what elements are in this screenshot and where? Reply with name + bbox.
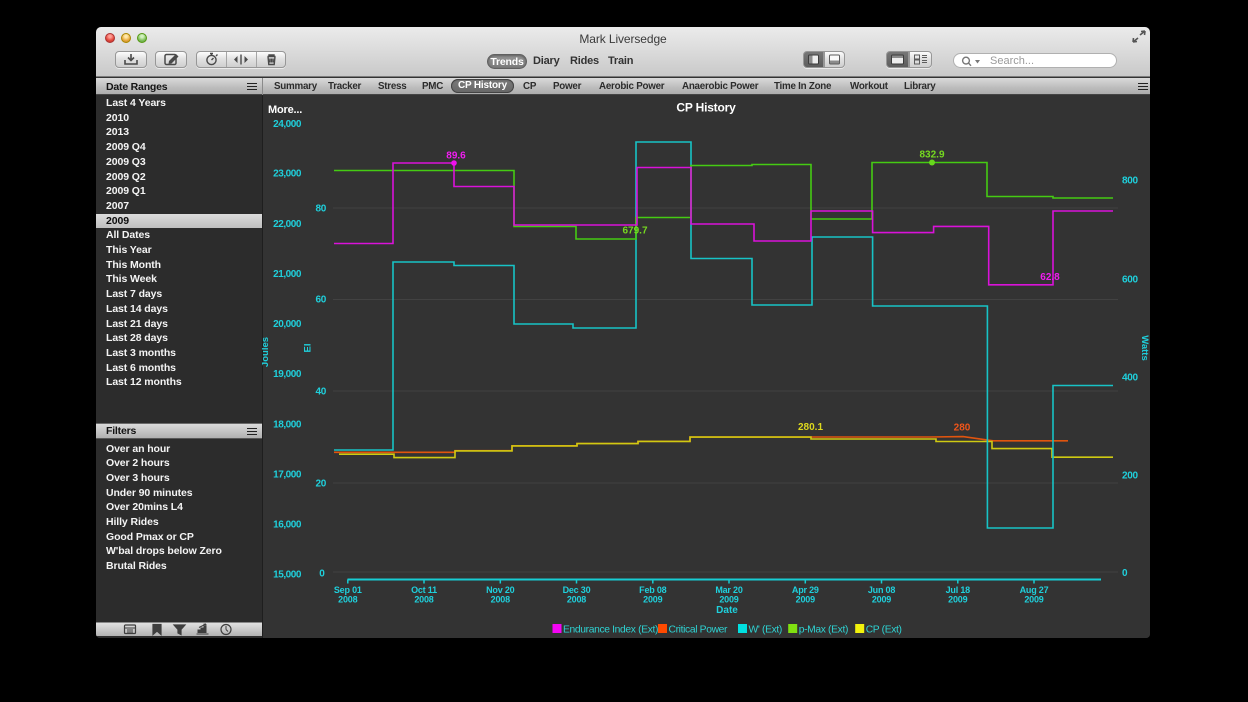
svg-text:2008: 2008 bbox=[491, 594, 510, 604]
svg-text:Nov 20: Nov 20 bbox=[486, 585, 515, 595]
svg-text:More...: More... bbox=[268, 104, 302, 116]
svg-text:24,000: 24,000 bbox=[273, 119, 302, 130]
svg-text:60: 60 bbox=[315, 295, 326, 306]
svg-text:23,000: 23,000 bbox=[273, 169, 302, 180]
svg-text:16,000: 16,000 bbox=[273, 520, 302, 531]
svg-text:18,000: 18,000 bbox=[273, 420, 302, 431]
svg-text:2009: 2009 bbox=[948, 594, 967, 604]
svg-text:280: 280 bbox=[954, 423, 971, 434]
svg-text:80: 80 bbox=[315, 204, 326, 215]
svg-text:Apr 29: Apr 29 bbox=[792, 585, 819, 595]
svg-text:Watts: Watts bbox=[1139, 335, 1150, 361]
svg-text:21,000: 21,000 bbox=[273, 269, 302, 280]
svg-text:Jun 08: Jun 08 bbox=[868, 585, 896, 595]
svg-text:20,000: 20,000 bbox=[273, 319, 302, 330]
svg-text:2009: 2009 bbox=[1024, 594, 1043, 604]
svg-text:0: 0 bbox=[319, 569, 325, 580]
svg-text:40: 40 bbox=[315, 387, 326, 398]
svg-text:2009: 2009 bbox=[643, 594, 662, 604]
svg-text:800: 800 bbox=[1122, 176, 1139, 187]
svg-text:CP (Ext): CP (Ext) bbox=[866, 625, 902, 636]
svg-text:20: 20 bbox=[315, 479, 326, 490]
svg-text:280.1: 280.1 bbox=[798, 422, 823, 433]
svg-text:22,000: 22,000 bbox=[273, 219, 302, 230]
svg-text:400: 400 bbox=[1122, 373, 1139, 384]
svg-text:Mar 20: Mar 20 bbox=[715, 585, 743, 595]
svg-text:0: 0 bbox=[1122, 568, 1128, 579]
svg-text:62.8: 62.8 bbox=[1040, 272, 1060, 283]
svg-text:2009: 2009 bbox=[872, 594, 891, 604]
svg-text:EI: EI bbox=[303, 344, 314, 353]
svg-text:Feb 08: Feb 08 bbox=[639, 585, 667, 595]
svg-text:W' (Ext): W' (Ext) bbox=[749, 625, 782, 636]
svg-text:Aug 27: Aug 27 bbox=[1020, 585, 1049, 595]
svg-text:p-Max (Ext): p-Max (Ext) bbox=[799, 625, 848, 636]
svg-text:2008: 2008 bbox=[567, 594, 586, 604]
svg-text:17,000: 17,000 bbox=[273, 470, 302, 481]
svg-text:Jul 18: Jul 18 bbox=[946, 585, 971, 595]
svg-text:Oct 11: Oct 11 bbox=[411, 585, 437, 595]
svg-text:CP History: CP History bbox=[676, 101, 736, 115]
svg-text:Joules: Joules bbox=[262, 337, 271, 367]
svg-text:2009: 2009 bbox=[719, 594, 738, 604]
svg-text:2008: 2008 bbox=[338, 594, 357, 604]
svg-text:Critical Power: Critical Power bbox=[669, 625, 729, 636]
svg-text:600: 600 bbox=[1122, 275, 1139, 286]
svg-text:89.6: 89.6 bbox=[446, 151, 466, 162]
svg-text:2009: 2009 bbox=[796, 594, 815, 604]
svg-text:2008: 2008 bbox=[414, 594, 433, 604]
svg-text:19,000: 19,000 bbox=[273, 369, 302, 380]
svg-text:832.9: 832.9 bbox=[919, 150, 944, 161]
svg-text:Date: Date bbox=[716, 605, 738, 616]
svg-text:200: 200 bbox=[1122, 471, 1139, 482]
svg-text:679.7: 679.7 bbox=[622, 226, 647, 237]
svg-text:15,000: 15,000 bbox=[273, 570, 302, 581]
svg-text:Endurance Index (Ext): Endurance Index (Ext) bbox=[563, 625, 658, 636]
svg-text:Sep 01: Sep 01 bbox=[334, 585, 362, 595]
svg-text:Dec 30: Dec 30 bbox=[563, 585, 591, 595]
